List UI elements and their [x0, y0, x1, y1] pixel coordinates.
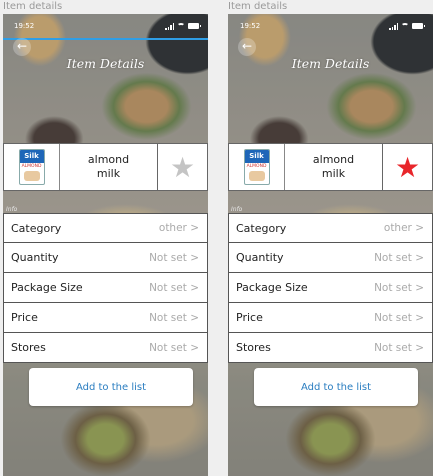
row-label: Package Size	[236, 281, 308, 294]
details-list: Category other > Quantity Not set > Packag…	[3, 213, 208, 363]
row-quantity[interactable]: Quantity Not set >	[228, 243, 433, 273]
carton-variety: ALMOND	[21, 164, 42, 169]
row-value: Not set >	[149, 251, 199, 264]
item-card: Silk ALMOND almond milk ★	[3, 143, 208, 191]
status-time: 19:52	[240, 22, 261, 30]
back-button[interactable]: ←	[13, 38, 31, 56]
row-value: Not set >	[374, 341, 424, 354]
carton-brand: Silk	[19, 150, 44, 163]
status-time: 19:52	[14, 22, 35, 30]
item-image: Silk ALMOND	[4, 144, 60, 190]
milk-carton-icon: Silk ALMOND	[243, 149, 270, 185]
row-value: Not set >	[374, 251, 424, 264]
row-value: other >	[158, 222, 199, 234]
page-title: Item Details	[291, 56, 370, 71]
carton-brand: Silk	[244, 150, 269, 163]
row-label: Category	[236, 221, 287, 235]
battery-icon	[188, 23, 201, 29]
favorite-star-icon[interactable]: ★	[157, 144, 207, 190]
signal-icon	[165, 22, 174, 30]
milk-carton-icon: Silk ALMOND	[18, 149, 45, 185]
item-details-screen-default: 19:52 ← Item Details Silk ALMOND almond …	[3, 14, 208, 476]
status-icons	[165, 22, 201, 30]
info-tag: Info	[231, 206, 243, 213]
row-value: Not set >	[149, 311, 199, 324]
row-value: Not set >	[149, 341, 199, 354]
wifi-icon	[177, 23, 185, 29]
row-package-size[interactable]: Package Size Not set >	[228, 273, 433, 303]
item-details-screen-favorited: 19:52 ← Item Details Silk ALMOND almond …	[228, 14, 433, 476]
row-label: Quantity	[236, 251, 284, 264]
row-value: Not set >	[374, 311, 424, 324]
frame-label: Item details	[3, 1, 63, 12]
row-label: Quantity	[11, 251, 59, 264]
row-stores[interactable]: Stores Not set >	[3, 333, 208, 363]
row-label: Category	[11, 221, 62, 235]
info-tag: Info	[6, 206, 18, 213]
row-label: Price	[236, 311, 263, 324]
row-package-size[interactable]: Package Size Not set >	[3, 273, 208, 303]
row-value: Not set >	[374, 281, 424, 294]
item-name: almond milk	[87, 153, 130, 180]
row-quantity[interactable]: Quantity Not set >	[3, 243, 208, 273]
item-name: almond milk	[312, 153, 355, 180]
row-category[interactable]: Category other >	[3, 213, 208, 243]
page-title: Item Details	[66, 56, 145, 71]
add-to-list-button[interactable]: Add to the list	[254, 368, 418, 406]
wifi-icon	[401, 23, 409, 29]
row-label: Stores	[236, 341, 271, 354]
row-label: Price	[11, 311, 38, 324]
status-icons	[389, 22, 425, 30]
status-bar: 19:52	[228, 14, 433, 38]
row-price[interactable]: Price Not set >	[3, 303, 208, 333]
row-stores[interactable]: Stores Not set >	[228, 333, 433, 363]
details-list: Category other > Quantity Not set > Packag…	[228, 213, 433, 363]
item-card: Silk ALMOND almond milk ★	[228, 143, 433, 191]
frame-label: Item details	[228, 1, 288, 12]
signal-icon	[389, 22, 398, 30]
row-value: Not set >	[149, 281, 199, 294]
row-value: other >	[383, 222, 424, 234]
carton-variety: ALMOND	[246, 164, 267, 169]
row-price[interactable]: Price Not set >	[228, 303, 433, 333]
row-label: Stores	[11, 341, 46, 354]
status-bar: 19:52	[3, 14, 208, 40]
battery-icon	[412, 23, 425, 29]
favorite-star-icon[interactable]: ★	[382, 144, 432, 190]
back-button[interactable]: ←	[238, 38, 256, 56]
row-label: Package Size	[11, 281, 83, 294]
row-category[interactable]: Category other >	[228, 213, 433, 243]
add-to-list-button[interactable]: Add to the list	[29, 368, 193, 406]
item-image: Silk ALMOND	[229, 144, 285, 190]
